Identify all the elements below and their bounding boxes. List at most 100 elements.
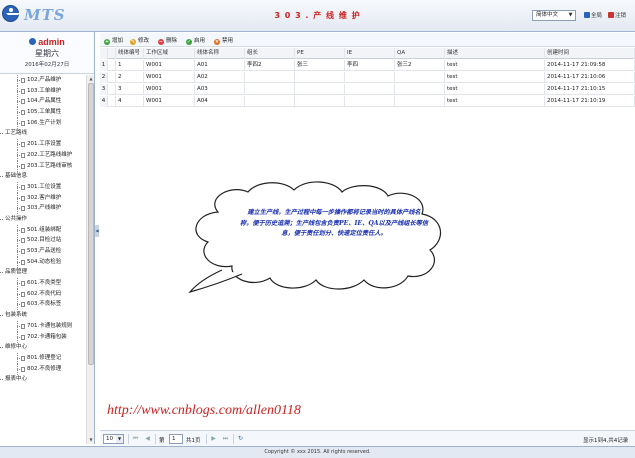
logout-link-label: 注销 [615, 13, 627, 19]
nav-group[interactable]: 工艺路线 [0, 128, 86, 139]
table-cell: test [445, 84, 545, 95]
column-header[interactable]: PE [295, 48, 345, 59]
collapse-sidebar-handle[interactable]: ◀ [95, 225, 99, 237]
pagination-bar: 10 ▼ ⏮ ◀ 第 1 共1页 ▶ ⏭ ↻ 显示1到4,共4记录 [100, 430, 635, 446]
next-page-icon[interactable]: ▶ [209, 434, 218, 444]
nav-item[interactable]: 701.卡通包装规则 [0, 320, 86, 332]
nav-label: 公共操作 [5, 215, 28, 222]
nav-label: 802.不良修理 [27, 365, 62, 372]
first-page-icon[interactable]: ⏮ [131, 434, 140, 444]
column-header[interactable]: 描述 [445, 48, 545, 59]
nav-item[interactable]: 601.不良类型 [0, 278, 86, 289]
nav-item[interactable]: 302.客户维护 [0, 192, 86, 204]
nav-item[interactable]: 501.组装绑配 [0, 224, 86, 236]
select-all-cell [108, 48, 116, 59]
scroll-up-icon[interactable]: ▲ [88, 76, 94, 82]
nav-item[interactable]: 802.不良修理 [0, 363, 86, 375]
edit-button[interactable]: ✎ 修改 [130, 36, 149, 45]
nav-item[interactable]: 106.生产计划 [0, 117, 86, 129]
table-cell: 3 [116, 84, 144, 95]
row-number: 2 [100, 72, 108, 83]
nav-item[interactable]: 105.工单属性 [0, 107, 86, 118]
table-cell [395, 72, 445, 83]
disable-button[interactable]: × 禁用 [214, 36, 233, 45]
separator [233, 434, 234, 444]
nav-item[interactable]: 502.目检过站 [0, 235, 86, 246]
row-number [100, 48, 108, 59]
nav-item[interactable]: 702.卡通箱包装 [0, 331, 86, 343]
document-icon [21, 334, 25, 340]
nav-group[interactable]: 报表中心 [0, 374, 86, 385]
nav-item[interactable]: 801.修理登记 [0, 352, 86, 364]
column-header[interactable]: 组长 [245, 48, 295, 59]
toolbar-button-label: 删除 [166, 38, 178, 44]
nav-item[interactable]: 104.产品属性 [0, 96, 86, 108]
nav-group[interactable]: 维修中心 [0, 342, 86, 353]
toolbar: + 增加 ✎ 修改 − 删除 ✓ 启用 × 禁用 [100, 33, 635, 47]
select-cell [108, 96, 116, 107]
nav-item[interactable]: 203.工艺路线审核 [0, 160, 86, 172]
table-row[interactable]: 1 1 W001 A01 李四2 张三 李四 张三2 test 2014-11-17 21:09:… [100, 60, 635, 71]
nav-tree: 102.产品维护 103.工单维护 104.产品属性 105.工单属性 106.生产计划… [0, 75, 86, 444]
refresh-icon[interactable]: ↻ [236, 434, 245, 444]
page-prefix: 第 [159, 438, 165, 444]
document-icon [21, 99, 25, 105]
table-row[interactable]: 2 2 W001 A02 test 2014-11-17 21:10:06 [100, 72, 635, 83]
edit-icon: ✎ [130, 39, 136, 45]
nav-label: 106.生产计划 [27, 119, 62, 126]
sidebar-scrollbar[interactable]: ▲ ▼ [86, 75, 94, 444]
nav-label: 102.产品维护 [27, 77, 62, 83]
table-cell [245, 96, 295, 107]
nav-group[interactable]: 基础信息 [0, 171, 86, 182]
nav-item[interactable]: 301.工位设置 [0, 181, 86, 193]
select-cell [108, 60, 116, 71]
table-cell [345, 84, 395, 95]
nav-item[interactable]: 603.不良标签 [0, 299, 86, 311]
prev-page-icon[interactable]: ◀ [143, 434, 152, 444]
document-icon [21, 195, 25, 201]
document-icon [21, 355, 25, 361]
last-page-icon[interactable]: ⏭ [221, 434, 230, 444]
home-link-label: 全局 [591, 13, 603, 19]
nav-label: 504.动态检验 [27, 258, 62, 265]
enable-icon: ✓ [186, 39, 192, 45]
separator [128, 434, 129, 444]
table-row[interactable]: 4 4 W001 A04 test 2014-11-17 21:10:19 [100, 96, 635, 107]
table-row[interactable]: 3 3 W001 A03 test 2014-11-17 21:10:15 [100, 84, 635, 95]
nav-item[interactable]: 201.工序设置 [0, 139, 86, 150]
nav-group[interactable]: 包装系统 [0, 310, 86, 321]
delete-button[interactable]: − 删除 [158, 36, 177, 45]
table-cell [245, 72, 295, 83]
page-size-select[interactable]: 10 ▼ [103, 434, 124, 444]
nav-group[interactable]: 公共操作 [0, 214, 86, 225]
nav-item[interactable]: 103.工单维护 [0, 85, 86, 97]
scrollbar-thumb[interactable] [88, 83, 94, 365]
nav-label: 501.组装绑配 [27, 226, 62, 233]
table-cell: 2014-11-17 21:10:06 [545, 72, 635, 83]
scroll-down-icon[interactable]: ▼ [88, 437, 94, 443]
column-header[interactable]: IE [345, 48, 395, 59]
nav-item[interactable]: 102.产品维护 [0, 75, 86, 86]
column-header[interactable]: QA [395, 48, 445, 59]
nav-item[interactable]: 303.产线维护 [0, 203, 86, 214]
column-header[interactable]: 线体编号 [116, 48, 144, 59]
column-header[interactable]: 线体名称 [195, 48, 245, 59]
table-cell: A01 [195, 60, 245, 71]
add-button[interactable]: + 增加 [104, 36, 123, 45]
nav-item[interactable]: 602.不良代码 [0, 288, 86, 300]
page-total: 共1页 [186, 438, 201, 444]
nav-item[interactable]: 504.动态检验 [0, 256, 86, 268]
column-header[interactable]: 工作区域 [144, 48, 195, 59]
home-link[interactable]: 全局 [584, 11, 602, 19]
nav-label: 702.卡通箱包装 [27, 333, 67, 340]
page-number-input[interactable]: 1 [169, 434, 183, 444]
nav-group[interactable]: 品质管理 [0, 267, 86, 278]
column-header[interactable]: 创建时间 [545, 48, 635, 59]
nav-item[interactable]: 202.工艺路线维护 [0, 149, 86, 161]
nav-item[interactable]: 503.产品送检 [0, 246, 86, 257]
logout-link[interactable]: 注销 [608, 11, 626, 19]
nav-label: 503.产品送检 [27, 248, 62, 254]
enable-button[interactable]: ✓ 启用 [186, 36, 205, 45]
language-select[interactable]: 简体中文 ▼ [532, 10, 576, 21]
table-cell: 2014-11-17 21:10:15 [545, 84, 635, 95]
